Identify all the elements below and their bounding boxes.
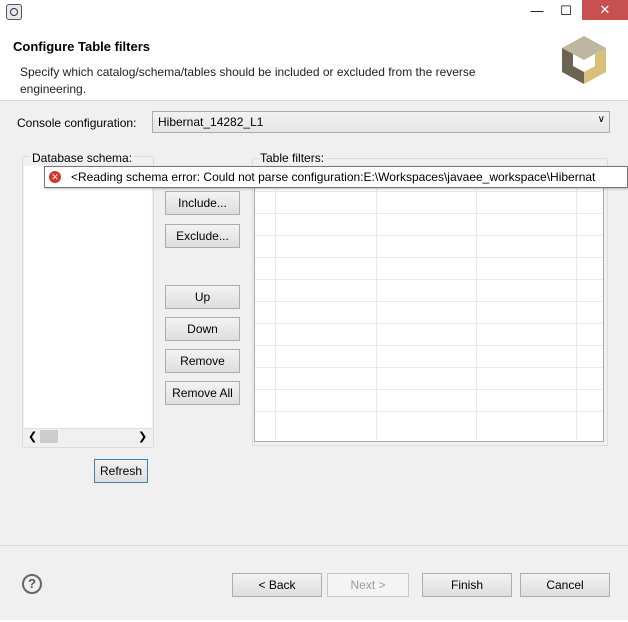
refresh-button[interactable]: Refresh bbox=[94, 459, 148, 483]
include-button[interactable]: Include... bbox=[165, 191, 240, 215]
console-configuration-select[interactable]: Hibernat_14282_L1 ∨ bbox=[152, 111, 610, 133]
scroll-left-icon[interactable]: ❮ bbox=[28, 430, 37, 443]
footer-separator bbox=[0, 545, 628, 546]
next-button[interactable]: Next > bbox=[327, 573, 409, 597]
page-title: Configure Table filters bbox=[13, 39, 150, 54]
database-schema-tree[interactable] bbox=[24, 166, 152, 428]
help-icon[interactable]: ? bbox=[22, 574, 42, 594]
error-tooltip: ✕ <Reading schema error: Could not parse… bbox=[44, 166, 628, 188]
down-button[interactable]: Down bbox=[165, 317, 240, 341]
eclipse-app-icon bbox=[6, 4, 22, 20]
console-configuration-label: Console configuration: bbox=[17, 116, 137, 130]
remove-button[interactable]: Remove bbox=[165, 349, 240, 373]
table-filters-table[interactable] bbox=[254, 168, 604, 442]
minimize-button[interactable]: — bbox=[523, 0, 551, 22]
close-button[interactable]: ✕ bbox=[582, 0, 628, 20]
hibernate-cube-logo bbox=[562, 36, 606, 84]
remove-all-button[interactable]: Remove All bbox=[165, 381, 240, 405]
error-icon: ✕ bbox=[49, 171, 61, 183]
up-button[interactable]: Up bbox=[165, 285, 240, 309]
back-button[interactable]: < Back bbox=[232, 573, 322, 597]
table-filters-label: Table filters: bbox=[258, 151, 327, 165]
error-tooltip-text: <Reading schema error: Could not parse c… bbox=[71, 170, 596, 184]
horizontal-scrollbar[interactable]: ❮ ❯ bbox=[24, 428, 152, 445]
exclude-button[interactable]: Exclude... bbox=[165, 224, 240, 248]
scrollbar-thumb[interactable] bbox=[40, 430, 58, 443]
scroll-right-icon[interactable]: ❯ bbox=[138, 430, 147, 443]
cancel-button[interactable]: Cancel bbox=[520, 573, 610, 597]
maximize-button[interactable]: ☐ bbox=[552, 0, 580, 22]
console-configuration-value: Hibernat_14282_L1 bbox=[158, 115, 264, 129]
page-description: Specify which catalog/schema/tables shou… bbox=[20, 65, 476, 96]
finish-button[interactable]: Finish bbox=[422, 573, 512, 597]
database-schema-label: Database schema: bbox=[30, 151, 135, 165]
title-bar: — ☐ ✕ bbox=[0, 0, 628, 24]
chevron-down-icon: ∨ bbox=[597, 114, 605, 125]
